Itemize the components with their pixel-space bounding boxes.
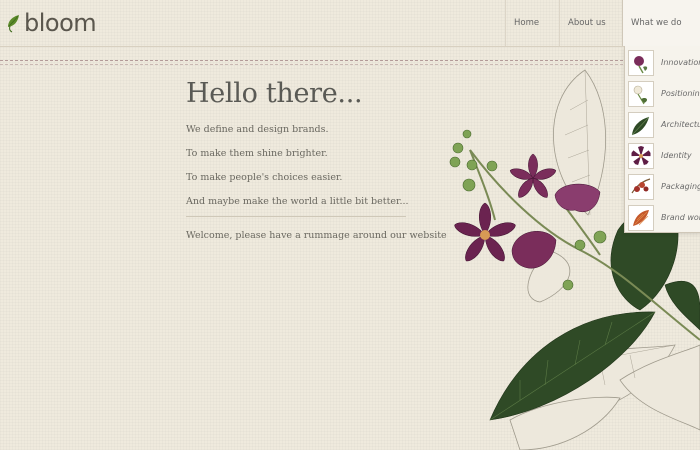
what-we-do-dropdown: Innovation Positioning Architecture Iden… bbox=[624, 46, 700, 233]
botanical-illustration bbox=[449, 69, 700, 450]
white-flower-thumb-icon bbox=[628, 80, 654, 107]
intro-line-4: And maybe make the world a little bit be… bbox=[186, 196, 409, 207]
content-divider bbox=[186, 216, 406, 217]
submenu-label: Architecture bbox=[661, 120, 700, 129]
submenu-brand-work[interactable]: Brand wor bbox=[628, 204, 700, 231]
orange-flower-thumb-icon bbox=[628, 204, 654, 231]
welcome-text: Welcome, please have a rummage around ou… bbox=[186, 230, 447, 241]
intro-line-3: To make people's choices easier. bbox=[186, 172, 343, 183]
submenu-packaging[interactable]: Packaging bbox=[628, 173, 700, 200]
intro-line-1: We define and design brands. bbox=[186, 124, 329, 135]
intro-line-2: To make them shine brighter. bbox=[186, 148, 328, 159]
submenu-positioning[interactable]: Positioning bbox=[628, 80, 700, 107]
submenu-label: Identity bbox=[661, 151, 692, 160]
submenu-innovation[interactable]: Innovation bbox=[628, 49, 700, 76]
green-leaf-thumb-icon bbox=[628, 111, 654, 138]
page-heading: Hello there... bbox=[186, 78, 363, 109]
submenu-label: Positioning bbox=[661, 89, 700, 98]
submenu-identity[interactable]: Identity bbox=[628, 142, 700, 169]
purple-star-flower-thumb-icon bbox=[628, 142, 654, 169]
submenu-label: Packaging bbox=[661, 182, 700, 191]
purple-flower-thumb-icon bbox=[628, 49, 654, 76]
red-berry-thumb-icon bbox=[628, 173, 654, 200]
submenu-architecture[interactable]: Architecture bbox=[628, 111, 700, 138]
submenu-label: Brand wor bbox=[661, 213, 700, 222]
submenu-label: Innovation bbox=[661, 58, 700, 67]
